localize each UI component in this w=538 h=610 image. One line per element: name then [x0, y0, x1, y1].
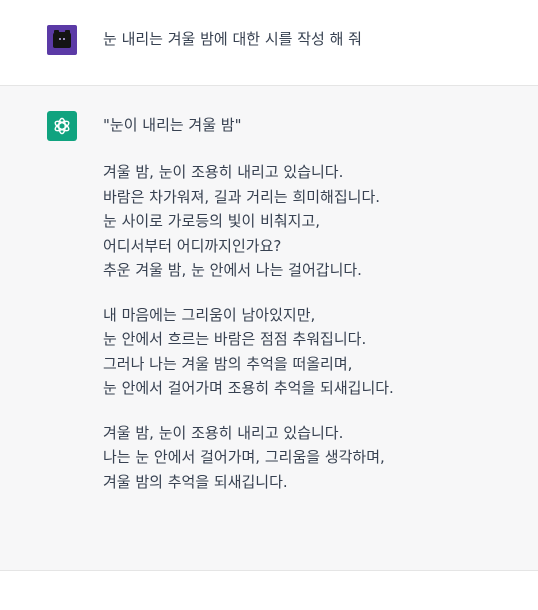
poem-line: 내 마음에는 그리움이 남아있지만, [103, 305, 316, 324]
poem-line: 눈 사이로 가로등의 빛이 비춰지고, [103, 212, 321, 230]
poem-line: 어디서부터 어디까지인가요? [103, 236, 282, 255]
assistant-message-content: "눈이 내리는 겨울 밤" 겨울 밤, 눈이 조용히 내리고 있습니다. 바람은 … [103, 114, 523, 494]
poem-line: 눈 안에서 걸어가며 조용히 추억을 되새깁니다. [103, 379, 394, 397]
poem-stanza: 겨울 밤, 눈이 조용히 내리고 있습니다. 나는 눈 안에서 걸어가며, 그리움… [103, 421, 523, 495]
poem-body: 겨울 밤, 눈이 조용히 내리고 있습니다. 바람은 차가워져, 길과 거리는 희… [103, 160, 523, 494]
poem-stanza: 내 마음에는 그리움이 남아있지만, 눈 안에서 흐르는 바람은 점점 추워집니다… [103, 303, 523, 401]
user-avatar [47, 25, 77, 55]
chatgpt-logo-icon [47, 111, 77, 141]
openai-knot-icon [54, 117, 70, 135]
poem-line: 겨울 밤, 눈이 조용히 내리고 있습니다. [103, 423, 344, 442]
poem-line: 추운 겨울 밤, 눈 안에서 나는 걸어갑니다. [103, 261, 362, 279]
assistant-message: "눈이 내리는 겨울 밤" 겨울 밤, 눈이 조용히 내리고 있습니다. 바람은 … [0, 86, 538, 571]
user-message-text: 눈 내리는 겨울 밤에 대한 시를 작성 해 줘 [103, 30, 362, 48]
poem-line: 바람은 차가워져, 길과 거리는 희미해집니다. [103, 187, 381, 206]
poem-title: "눈이 내리는 겨울 밤" [103, 116, 242, 134]
poem-line: 겨울 밤, 눈이 조용히 내리고 있습니다. [103, 163, 344, 181]
avatar-eye-left [59, 38, 61, 40]
avatar-eye-right [63, 38, 65, 40]
avatar-face [53, 32, 71, 48]
poem-line: 나는 눈 안에서 걸어가며, 그리움을 생각하며, [103, 448, 385, 466]
user-message: 눈 내리는 겨울 밤에 대한 시를 작성 해 줘 [0, 0, 538, 86]
poem-line: 눈 안에서 흐르는 바람은 점점 추워집니다. [103, 330, 367, 348]
poem-line: 그러나 나는 겨울 밤의 추억을 떠올리며, [103, 354, 353, 373]
poem-stanza: 겨울 밤, 눈이 조용히 내리고 있습니다. 바람은 차가워져, 길과 거리는 희… [103, 160, 523, 283]
poem-line: 겨울 밤의 추억을 되새깁니다. [103, 472, 288, 491]
